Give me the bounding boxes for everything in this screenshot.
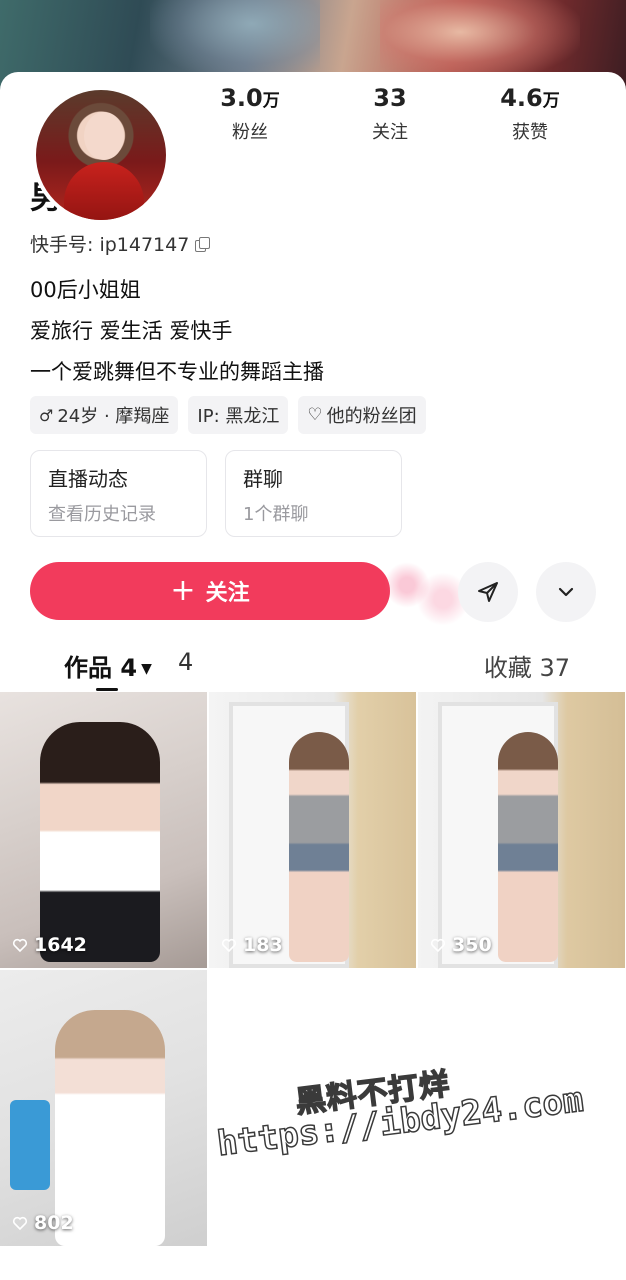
group-chat-title: 群聊 bbox=[243, 467, 283, 491]
avatar-dress bbox=[64, 162, 144, 220]
caret-down-icon: ▼ bbox=[141, 661, 152, 677]
stat-likes-unit: 万 bbox=[542, 91, 560, 111]
bio-line: 一个爱跳舞但不专业的舞蹈主播 bbox=[30, 360, 324, 384]
like-count-value: 1642 bbox=[34, 934, 87, 956]
copy-icon[interactable] bbox=[195, 236, 211, 252]
thumbnail-figure bbox=[289, 732, 349, 962]
like-count-value: 183 bbox=[243, 934, 283, 956]
tag-fan-club[interactable]: ♡ 他的粉丝团 bbox=[298, 396, 426, 434]
thumbnail-towel bbox=[10, 1100, 50, 1190]
bio-line: 00后小姐姐 bbox=[30, 278, 141, 302]
thumbnail-figure bbox=[498, 732, 558, 962]
follow-button[interactable]: + 关注 bbox=[30, 562, 390, 620]
like-count-value: 350 bbox=[452, 934, 492, 956]
kuaishou-id-row[interactable]: 快手号: ip147147 bbox=[30, 230, 211, 257]
avatar-face bbox=[84, 112, 124, 160]
like-count: 183 bbox=[221, 934, 283, 956]
stat-fans-number: 3.0 bbox=[220, 84, 263, 112]
thumbnail-figure bbox=[40, 722, 160, 962]
content-tabs: 作品 4 ▼ 4 收藏 37 bbox=[0, 640, 626, 691]
avatar[interactable] bbox=[32, 86, 170, 224]
live-history-card[interactable]: 直播动态 查看历史记录 bbox=[30, 450, 207, 537]
chevron-down-icon bbox=[558, 587, 574, 597]
heart-icon bbox=[12, 938, 28, 953]
white-spray-overlay bbox=[200, 645, 370, 685]
tag-age: ♂ 24岁 · 摩羯座 bbox=[30, 396, 179, 434]
like-count-value: 802 bbox=[34, 1212, 74, 1234]
video-thumbnail[interactable]: 1642 bbox=[0, 692, 207, 968]
heart-icon bbox=[221, 938, 237, 953]
stat-fans-unit: 万 bbox=[262, 91, 280, 111]
like-count: 1642 bbox=[12, 934, 87, 956]
stat-following[interactable]: 33 关注 bbox=[320, 84, 460, 144]
profile-card: 3.0万 粉丝 33 关注 4.6万 获赞 男王 快手号: ip147147 0… bbox=[0, 72, 626, 1280]
plus-icon: + bbox=[170, 573, 196, 608]
profile-stats: 3.0万 粉丝 33 关注 4.6万 获赞 bbox=[180, 84, 600, 144]
live-history-title: 直播动态 bbox=[48, 467, 128, 491]
stat-fans-label: 粉丝 bbox=[232, 122, 268, 143]
tag-ip: IP: 黑龙江 bbox=[188, 396, 289, 434]
tag-age-text: 24岁 · 摩羯座 bbox=[57, 406, 170, 427]
stat-following-label: 关注 bbox=[372, 122, 408, 143]
more-button[interactable] bbox=[536, 562, 596, 622]
tab-ghost-label: 4 bbox=[178, 648, 194, 676]
profile-tags: ♂ 24岁 · 摩羯座 IP: 黑龙江 ♡ 他的粉丝团 bbox=[30, 396, 426, 434]
like-count: 802 bbox=[12, 1212, 74, 1234]
quick-cards: 直播动态 查看历史记录 群聊 1个群聊 bbox=[30, 450, 402, 537]
banner-art-right bbox=[380, 0, 580, 80]
live-history-subtitle: 查看历史记录 bbox=[48, 504, 156, 525]
share-button[interactable] bbox=[458, 562, 518, 622]
like-count: 350 bbox=[430, 934, 492, 956]
tab-active-indicator bbox=[96, 688, 118, 691]
heart-icon bbox=[12, 1216, 28, 1231]
banner-art-left bbox=[150, 0, 320, 80]
thumbnail-figure bbox=[55, 1010, 165, 1246]
bio-line: 爱旅行 爱生活 爱快手 bbox=[30, 319, 233, 343]
stat-likes[interactable]: 4.6万 获赞 bbox=[460, 84, 600, 144]
tag-fan-club-text: 他的粉丝团 bbox=[326, 406, 417, 427]
send-icon bbox=[478, 582, 498, 602]
stat-likes-number: 4.6 bbox=[500, 84, 543, 112]
video-thumbnail[interactable]: 183 bbox=[209, 692, 416, 968]
stat-following-number: 33 bbox=[373, 84, 407, 112]
male-icon: ♂ bbox=[39, 405, 54, 425]
kuaishou-id: 快手号: ip147147 bbox=[30, 234, 190, 256]
pink-spray-overlay bbox=[380, 557, 470, 627]
group-chat-subtitle: 1个群聊 bbox=[243, 504, 309, 525]
stat-fans[interactable]: 3.0万 粉丝 bbox=[180, 84, 320, 144]
heart-outline-icon: ♡ bbox=[307, 405, 323, 425]
tab-works-label: 作品 4 bbox=[64, 654, 138, 682]
follow-label: 关注 bbox=[205, 581, 250, 606]
stat-likes-label: 获赞 bbox=[512, 122, 548, 143]
group-chat-card[interactable]: 群聊 1个群聊 bbox=[225, 450, 402, 537]
tab-favorites[interactable]: 收藏 37 bbox=[484, 648, 570, 683]
video-thumbnail[interactable]: 802 bbox=[0, 970, 207, 1246]
profile-bio: 00后小姐姐 爱旅行 爱生活 爱快手 一个爱跳舞但不专业的舞蹈主播 bbox=[30, 270, 324, 393]
tag-ip-text: IP: 黑龙江 bbox=[197, 406, 280, 427]
video-thumbnail[interactable]: 350 bbox=[418, 692, 625, 968]
tab-works[interactable]: 作品 4 ▼ bbox=[64, 648, 152, 683]
heart-icon bbox=[430, 938, 446, 953]
